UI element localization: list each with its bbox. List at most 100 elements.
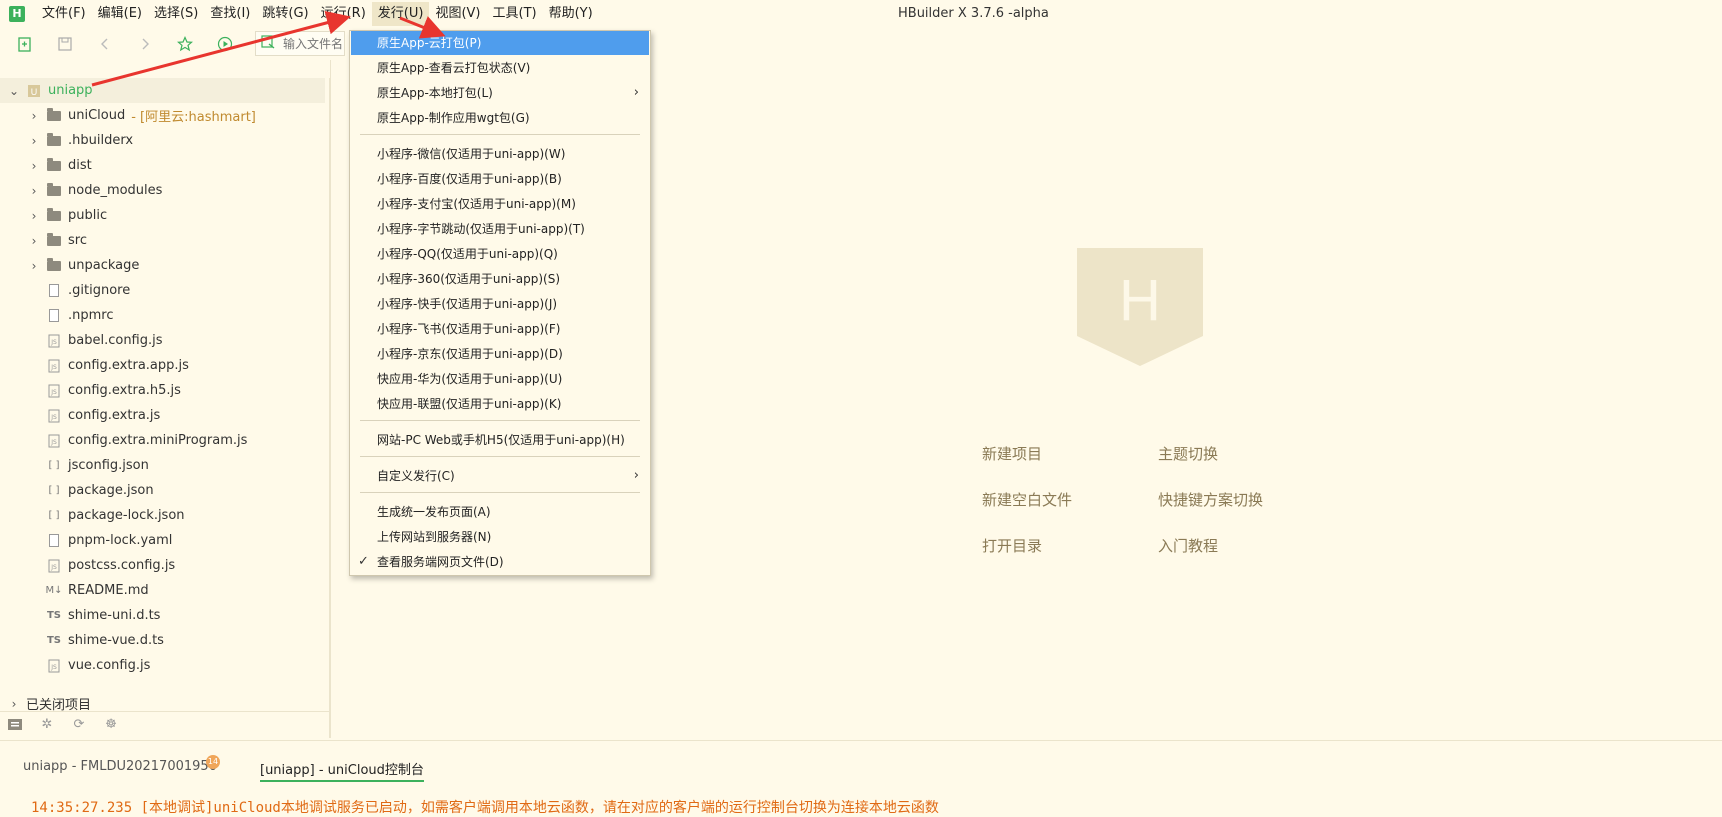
- publish-menu-item[interactable]: 自定义发行(C) ›: [351, 464, 649, 488]
- tree-item[interactable]: JS postcss.config.js: [0, 553, 325, 578]
- md-file-icon: M↓: [45, 585, 63, 596]
- tree-item-label: README.md: [68, 583, 149, 598]
- js-file-icon: JS: [46, 559, 62, 573]
- publish-menu-item[interactable]: 小程序-飞书(仅适用于uni-app)(F): [351, 317, 649, 341]
- menu-find[interactable]: 查找(I): [204, 2, 256, 26]
- tree-item[interactable]: JS config.extra.miniProgram.js: [0, 428, 325, 453]
- tree-item[interactable]: › public: [0, 203, 325, 228]
- menu-separator: [360, 134, 640, 135]
- tree-item[interactable]: .npmrc: [0, 303, 325, 328]
- git-icon[interactable]: ⟳: [70, 717, 88, 732]
- tree-item[interactable]: pnpm-lock.yaml: [0, 528, 325, 553]
- forward-icon[interactable]: [136, 35, 154, 53]
- chevron-down-icon[interactable]: ⌄: [8, 84, 20, 98]
- publish-menu-item-label: 小程序-微信(仅适用于uni-app)(W): [377, 147, 566, 161]
- publish-menu-item[interactable]: 快应用-华为(仅适用于uni-app)(U): [351, 367, 649, 391]
- publish-menu-item[interactable]: 原生App-制作应用wgt包(G): [351, 106, 649, 130]
- publish-menu-item[interactable]: 小程序-京东(仅适用于uni-app)(D): [351, 342, 649, 366]
- submenu-arrow-icon: ›: [633, 85, 639, 100]
- menu-bar: H 文件(F) 编辑(E) 选择(S) 查找(I) 跳转(G) 运行(R) 发行…: [0, 0, 1722, 27]
- menu-run[interactable]: 运行(R): [315, 2, 372, 26]
- menu-help[interactable]: 帮助(Y): [543, 2, 599, 26]
- keymap-switch-link[interactable]: 快捷键方案切换: [1158, 489, 1263, 510]
- publish-menu-item[interactable]: 小程序-快手(仅适用于uni-app)(J): [351, 292, 649, 316]
- new-blank-file-link[interactable]: 新建空白文件: [982, 489, 1072, 510]
- js-file-icon: JS: [46, 434, 62, 448]
- json-file-icon: [ ]: [48, 510, 60, 521]
- publish-menu-item[interactable]: 上传网站到服务器(N): [351, 525, 649, 549]
- save-icon[interactable]: [56, 35, 74, 53]
- publish-menu-item[interactable]: 小程序-360(仅适用于uni-app)(S): [351, 267, 649, 291]
- tree-item[interactable]: › dist: [0, 153, 325, 178]
- menu-publish[interactable]: 发行(U): [371, 1, 430, 26]
- tree-item[interactable]: JS config.extra.js: [0, 403, 325, 428]
- tree-item[interactable]: › unpackage: [0, 253, 325, 278]
- publish-menu-item[interactable]: 查看服务端网页文件(D) ✓: [351, 550, 649, 574]
- theme-switch-link[interactable]: 主题切换: [1158, 443, 1218, 464]
- chevron-right-icon[interactable]: ›: [28, 109, 40, 123]
- back-icon[interactable]: [96, 35, 114, 53]
- menu-view[interactable]: 视图(V): [429, 2, 486, 26]
- explorer-icon[interactable]: [6, 717, 24, 731]
- publish-menu-item[interactable]: 小程序-微信(仅适用于uni-app)(W): [351, 142, 649, 166]
- tree-item[interactable]: TS shime-vue.d.ts: [0, 628, 325, 653]
- tree-item[interactable]: › src: [0, 228, 325, 253]
- publish-menu-item[interactable]: 原生App-云打包(P): [351, 31, 649, 55]
- publish-menu-item[interactable]: 原生App-查看云打包状态(V): [351, 56, 649, 80]
- tree-item[interactable]: › node_modules: [0, 178, 325, 203]
- publish-menu-item-label: 原生App-本地打包(L): [377, 86, 493, 100]
- console-tab-unicloud[interactable]: [uniapp] - uniCloud控制台: [260, 759, 424, 782]
- debug-icon[interactable]: ✲: [38, 717, 56, 732]
- publish-menu-item[interactable]: 小程序-百度(仅适用于uni-app)(B): [351, 167, 649, 191]
- tree-item[interactable]: [ ] package-lock.json: [0, 503, 325, 528]
- tree-item[interactable]: [ ] jsconfig.json: [0, 453, 325, 478]
- chevron-right-icon[interactable]: ›: [8, 697, 20, 711]
- publish-menu-item[interactable]: 小程序-字节跳动(仅适用于uni-app)(T): [351, 217, 649, 241]
- open-folder-link[interactable]: 打开目录: [982, 535, 1042, 556]
- search-input[interactable]: [283, 36, 344, 51]
- file-search-box[interactable]: [255, 31, 345, 56]
- tree-item[interactable]: M↓ README.md: [0, 578, 325, 603]
- chevron-right-icon[interactable]: ›: [28, 134, 40, 148]
- folder-icon: [46, 107, 62, 123]
- chevron-right-icon[interactable]: ›: [28, 209, 40, 223]
- tree-item-label: unpackage: [68, 258, 140, 273]
- publish-menu-item[interactable]: 原生App-本地打包(L) ›: [351, 81, 649, 105]
- tree-root-uniapp[interactable]: ⌄ Uuniapp: [0, 78, 325, 103]
- chevron-right-icon[interactable]: ›: [28, 184, 40, 198]
- tree-item[interactable]: .gitignore: [0, 278, 325, 303]
- tree-item[interactable]: [ ] package.json: [0, 478, 325, 503]
- publish-menu-item[interactable]: 小程序-QQ(仅适用于uni-app)(Q): [351, 242, 649, 266]
- tree-item-label: node_modules: [68, 183, 163, 198]
- tree-item[interactable]: JS config.extra.h5.js: [0, 378, 325, 403]
- getting-started-link[interactable]: 入门教程: [1158, 535, 1218, 556]
- tree-item[interactable]: JS babel.config.js: [0, 328, 325, 353]
- folder-icon: [46, 157, 62, 173]
- plugin-icon[interactable]: ☸: [102, 717, 120, 732]
- new-project-link[interactable]: 新建项目: [982, 443, 1042, 464]
- menu-edit[interactable]: 编辑(E): [92, 2, 148, 26]
- menu-select[interactable]: 选择(S): [148, 2, 204, 26]
- publish-menu-item[interactable]: 生成统一发布页面(A): [351, 500, 649, 524]
- chevron-right-icon[interactable]: ›: [28, 259, 40, 273]
- tree-item[interactable]: › .hbuilderx: [0, 128, 325, 153]
- menu-file[interactable]: 文件(F): [36, 2, 92, 26]
- folder-icon: [46, 257, 62, 273]
- tree-item[interactable]: › uniCloud - [阿里云:hashmart]: [0, 103, 325, 128]
- sidebar-footer: ✲ ⟳ ☸: [0, 711, 330, 736]
- publish-menu-item[interactable]: 网站-PC Web或手机H5(仅适用于uni-app)(H): [351, 428, 649, 452]
- tree-item[interactable]: TS shime-uni.d.ts: [0, 603, 325, 628]
- console-tab-device[interactable]: uniapp - FMLDU20217001950: [23, 759, 217, 774]
- menu-tools[interactable]: 工具(T): [487, 2, 543, 26]
- tree-item[interactable]: JS config.extra.app.js: [0, 353, 325, 378]
- publish-menu-item[interactable]: 快应用-联盟(仅适用于uni-app)(K): [351, 392, 649, 416]
- new-file-icon[interactable]: [16, 35, 34, 53]
- tree-item[interactable]: JS vue.config.js: [0, 653, 325, 678]
- run-icon[interactable]: [216, 35, 234, 53]
- publish-menu-item[interactable]: 小程序-支付宝(仅适用于uni-app)(M): [351, 192, 649, 216]
- star-icon[interactable]: [176, 35, 194, 53]
- project-icon: U: [26, 84, 42, 98]
- chevron-right-icon[interactable]: ›: [28, 234, 40, 248]
- chevron-right-icon[interactable]: ›: [28, 159, 40, 173]
- menu-goto[interactable]: 跳转(G): [256, 2, 314, 26]
